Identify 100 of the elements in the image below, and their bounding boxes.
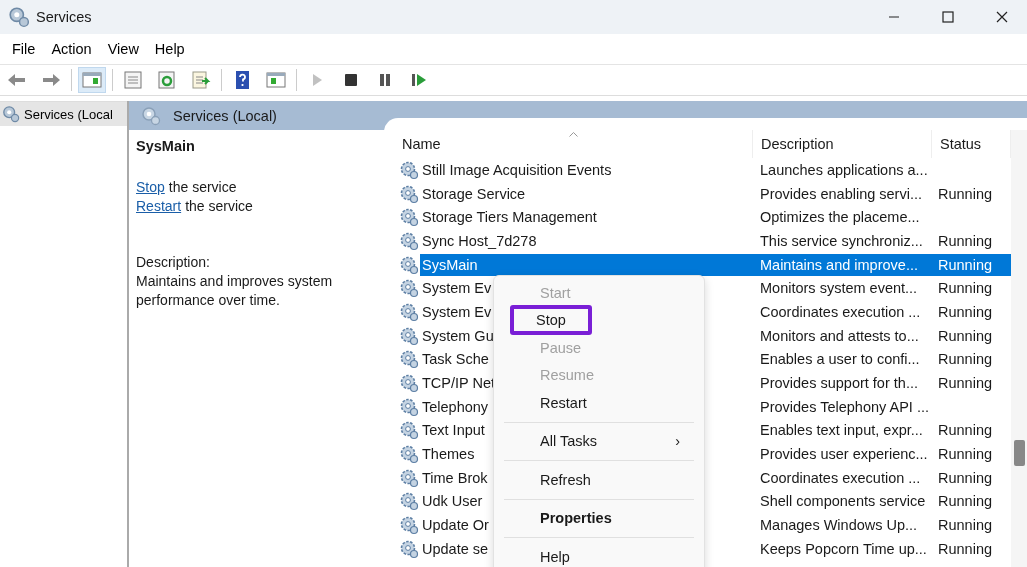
status-cell-text: Running	[937, 351, 993, 368]
service-name-cell[interactable]: SysMain	[422, 256, 478, 273]
gear-icon	[399, 467, 419, 488]
maximize-icon	[942, 11, 954, 23]
status-cell-text: Running	[937, 256, 993, 273]
panel-icon	[81, 70, 103, 90]
description-cell-text: Monitors system event...	[759, 280, 919, 297]
status-cell-text: Running	[937, 422, 993, 439]
service-name-cell[interactable]: Storage Tiers Management	[422, 209, 597, 226]
status-cell-text: Running	[937, 493, 993, 510]
menu-item[interactable]: Help	[146, 38, 193, 60]
status-cell-text: Running	[937, 327, 993, 344]
description-cell-text: Enables text input, expr...	[759, 422, 924, 439]
description-cell-text: This service synchroniz...	[759, 232, 924, 249]
menu-item[interactable]: Restart	[504, 389, 694, 417]
menu-item[interactable]: Help	[504, 543, 694, 567]
gear-icon	[399, 396, 419, 417]
menu-item[interactable]: Stop	[504, 306, 694, 334]
gear-icon	[399, 515, 419, 536]
status-cell-text: Running	[937, 446, 993, 463]
window-title: Services	[36, 9, 92, 25]
gear-icon	[399, 538, 419, 559]
description-cell-text: Enables a user to confi...	[759, 351, 921, 368]
status-cell-text: Running	[937, 469, 993, 486]
panel-icon	[265, 70, 287, 90]
gear-icon	[399, 230, 419, 251]
gear-icon	[399, 183, 419, 204]
scrollbar-thumb[interactable]	[1014, 440, 1025, 466]
status-cell-text: Running	[937, 375, 993, 392]
status-cell-text: Running	[937, 232, 993, 249]
menu-item[interactable]: File	[4, 38, 44, 60]
gear-icon	[399, 301, 419, 322]
action-text: the service	[168, 179, 237, 195]
gear-icon	[399, 254, 419, 275]
column-header[interactable]: Name	[399, 130, 753, 158]
description-cell-text: Provides user experienc...	[759, 446, 929, 463]
gears-icon	[141, 105, 161, 126]
column-header[interactable]: Description	[753, 130, 932, 158]
menu-item[interactable]: Properties	[504, 504, 694, 532]
tree-item[interactable]: Services (Local	[0, 102, 127, 126]
tree-button[interactable]	[78, 67, 106, 93]
gear-icon	[399, 278, 419, 299]
description-cell-text: Keeps Popcorn Time up...	[759, 540, 928, 557]
service-name-cell[interactable]: System Gu	[422, 327, 494, 344]
service-name-cell[interactable]: Text Input	[422, 422, 485, 439]
gear-icon	[399, 325, 419, 346]
service-name-cell[interactable]: Time Brok	[422, 469, 488, 486]
menu-item[interactable]: All Tasks ›	[504, 427, 694, 455]
gear-icon	[399, 349, 419, 370]
highlight-frame: Stop	[510, 305, 592, 336]
status-cell-text: Running	[937, 280, 993, 297]
description-cell-text: Launches applications a...	[759, 161, 929, 178]
service-name-cell[interactable]: System Ev	[422, 280, 492, 297]
service-name-cell[interactable]: Update Or	[422, 517, 489, 534]
service-name-cell[interactable]: Themes	[422, 446, 475, 463]
menu-item[interactable]: View	[99, 38, 147, 60]
description-cell-text: Optimizes the placeme...	[759, 209, 921, 226]
description-cell-text: Provides Telephony API ...	[759, 398, 930, 415]
status-cell-text: Running	[937, 540, 993, 557]
description-cell-text: Shell components service	[759, 493, 927, 510]
gear-icon	[399, 373, 419, 394]
description-cell-text: Maintains and improve...	[759, 256, 919, 273]
service-name-cell[interactable]: Update se	[422, 540, 489, 557]
status-cell-text: Running	[937, 517, 993, 534]
status-cell-text: Running	[937, 185, 993, 202]
service-name-cell[interactable]: Udk User	[422, 493, 483, 510]
menu-item[interactable]: Refresh	[504, 466, 694, 494]
refresh-icon	[156, 70, 178, 90]
service-name-cell[interactable]: Still Image Acquisition Events	[422, 161, 612, 178]
service-name-cell[interactable]: Telephony	[422, 398, 489, 415]
menu-item[interactable]: Action	[43, 38, 100, 60]
gears-icon	[2, 105, 20, 123]
list-arrow-icon	[190, 70, 212, 90]
action-text: the service	[185, 198, 253, 214]
service-name-cell[interactable]: Sync Host_7d278	[422, 232, 537, 249]
service-name-cell[interactable]: Storage Service	[422, 185, 526, 202]
submenu-arrow: ›	[675, 433, 680, 450]
action-link[interactable]: Stop	[136, 179, 165, 195]
gear-icon	[399, 420, 419, 441]
scrollbar[interactable]	[1011, 130, 1027, 567]
service-name-cell[interactable]: Task Sche	[422, 351, 489, 368]
service-name: SysMain	[136, 138, 196, 154]
description-label: Description:	[136, 253, 211, 272]
gear-icon	[399, 207, 419, 228]
sheet-icon	[122, 70, 144, 90]
panel-title: Services (Local)	[173, 107, 277, 124]
description-cell-text: Provides support for th...	[759, 375, 919, 392]
description-cell-text: Coordinates execution ...	[759, 303, 922, 320]
gear-icon	[399, 159, 419, 180]
action-link[interactable]: Restart	[136, 198, 182, 214]
service-name-cell[interactable]: System Ev	[422, 303, 492, 320]
description-cell-text: Monitors and attests to...	[759, 327, 920, 344]
description-cell-text: Coordinates execution ...	[759, 469, 922, 486]
gear-icon	[399, 444, 419, 465]
sort-caret-icon	[569, 132, 578, 137]
status-cell-text: Running	[937, 303, 993, 320]
close-icon	[996, 11, 1008, 23]
description-cell-text: Provides enabling servi...	[759, 185, 923, 202]
gears-icon	[8, 6, 30, 28]
description-text: Maintains and improves system performance over time.	[136, 272, 334, 310]
